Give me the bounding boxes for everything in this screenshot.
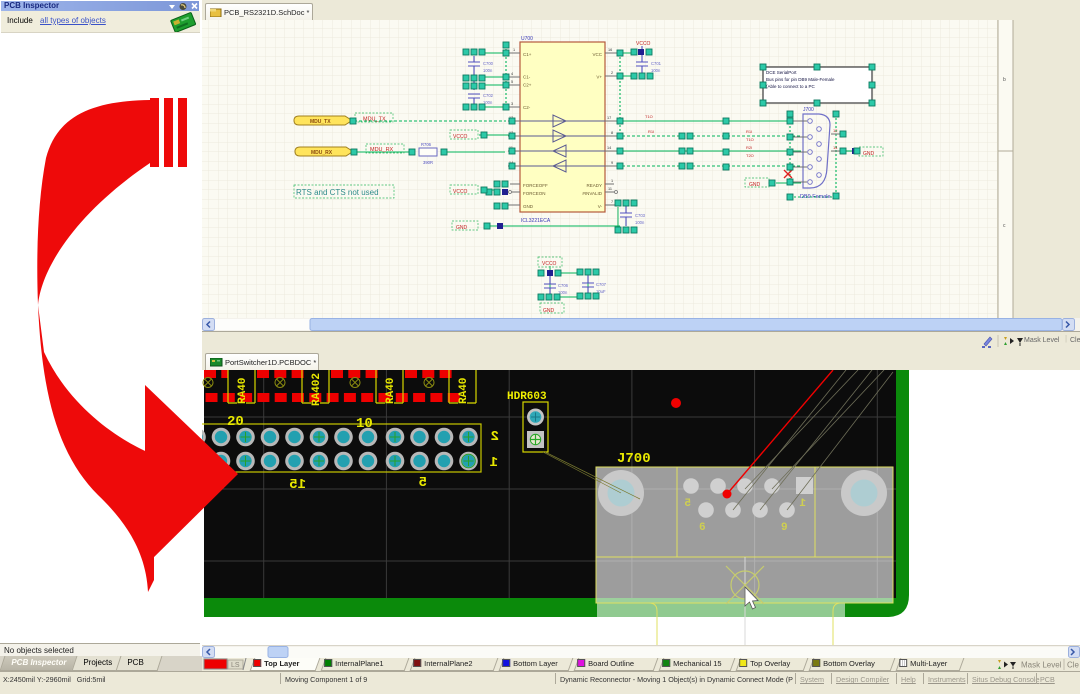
svg-text:2: 2 <box>491 429 499 445</box>
svg-text:GND: GND <box>523 204 534 209</box>
svg-text:RTS and CTS not used: RTS and CTS not used <box>296 188 379 197</box>
svg-text:MDU_TX: MDU_TX <box>310 119 331 125</box>
svg-text:(Able to connect to a PC: (Able to connect to a PC <box>766 84 816 89</box>
svg-text:T1O: T1O <box>746 137 754 142</box>
svg-text:RA402: RA402 <box>311 373 323 406</box>
svg-text:C701: C701 <box>651 61 662 66</box>
svg-text:1: 1 <box>611 179 613 183</box>
svg-text:11: 11 <box>608 187 612 191</box>
svg-text:5: 5 <box>684 498 691 510</box>
svg-text:C2+: C2+ <box>523 83 532 88</box>
svg-text:T1O: T1O <box>645 114 653 119</box>
svg-text:Mask Level: Mask Level <box>1021 661 1062 670</box>
svg-text:C1+: C1+ <box>523 52 532 57</box>
svg-text:C703: C703 <box>635 213 646 218</box>
svg-text:10: 10 <box>356 416 373 432</box>
svg-text:Bus pins for pin DB9 Male-Fema: Bus pins for pin DB9 Male-Female <box>766 77 835 82</box>
svg-text:9: 9 <box>781 522 788 534</box>
svg-text:C702: C702 <box>483 93 494 98</box>
svg-text:LS: LS <box>231 662 240 669</box>
svg-text:#INVALID: #INVALID <box>582 191 602 196</box>
svg-text:ICL3221ECA: ICL3221ECA <box>521 218 551 224</box>
svg-text:V+: V+ <box>596 75 602 80</box>
svg-text:14: 14 <box>833 145 838 150</box>
svg-text:T2O: T2O <box>746 153 754 158</box>
svg-text:100n: 100n <box>483 68 493 73</box>
svg-text:HDR603: HDR603 <box>507 391 547 403</box>
svg-text:V-: V- <box>598 204 603 209</box>
svg-text:J700: J700 <box>803 107 814 113</box>
svg-text:390R: 390R <box>423 160 433 165</box>
svg-text:15: 15 <box>289 477 306 493</box>
svg-text:3: 3 <box>511 102 513 106</box>
svg-text:R706: R706 <box>421 142 432 147</box>
svg-text:9: 9 <box>611 161 613 165</box>
svg-text:5: 5 <box>511 80 513 84</box>
svg-text:U700: U700 <box>521 36 533 42</box>
svg-text:MDU_RX: MDU_RX <box>311 150 333 156</box>
svg-text:MDU_TX: MDU_TX <box>363 117 386 123</box>
svg-text:FORCEOFF: FORCEOFF <box>523 183 548 188</box>
svg-text:C700: C700 <box>483 61 494 66</box>
svg-text:2: 2 <box>611 71 613 75</box>
svg-text:b: b <box>1003 77 1006 83</box>
svg-text:J700: J700 <box>617 451 651 467</box>
svg-text:Cle: Cle <box>1067 661 1080 670</box>
svg-text:8: 8 <box>611 131 613 135</box>
svg-text:1: 1 <box>490 455 498 471</box>
svg-text:VCC: VCC <box>592 52 602 57</box>
svg-text:7: 7 <box>611 200 613 204</box>
svg-text:VCCO: VCCO <box>636 41 651 47</box>
svg-text:DCE SerialPort: DCE SerialPort <box>766 70 797 75</box>
svg-text:1: 1 <box>513 48 515 52</box>
svg-text:100n: 100n <box>651 68 661 73</box>
svg-text:4: 4 <box>511 72 513 76</box>
svg-text:17: 17 <box>607 116 611 120</box>
svg-text:DB9 Female: DB9 Female <box>800 194 831 200</box>
svg-text:RA40: RA40 <box>458 378 470 404</box>
svg-text:5: 5 <box>419 475 427 491</box>
svg-text:RA40: RA40 <box>385 378 397 404</box>
svg-text:1: 1 <box>799 498 806 510</box>
svg-text:12: 12 <box>833 128 838 133</box>
svg-text:C706: C706 <box>558 283 569 288</box>
svg-text:READY: READY <box>586 183 602 188</box>
svg-text:FORCEON: FORCEON <box>523 191 546 196</box>
svg-text:R1I: R1I <box>648 129 654 134</box>
svg-text:100n: 100n <box>635 220 645 225</box>
svg-text:C2-: C2- <box>523 105 531 110</box>
svg-text:R1I: R1I <box>746 129 752 134</box>
svg-text:14: 14 <box>607 146 611 150</box>
svg-text:VCCO: VCCO <box>542 261 557 267</box>
svg-text:R2I: R2I <box>746 145 752 150</box>
svg-text:C707: C707 <box>596 282 607 287</box>
svg-text:C1-: C1- <box>523 75 531 80</box>
svg-text:16: 16 <box>608 48 612 52</box>
svg-text:6: 6 <box>699 522 706 534</box>
svg-text:MDU_RX: MDU_RX <box>370 147 394 153</box>
